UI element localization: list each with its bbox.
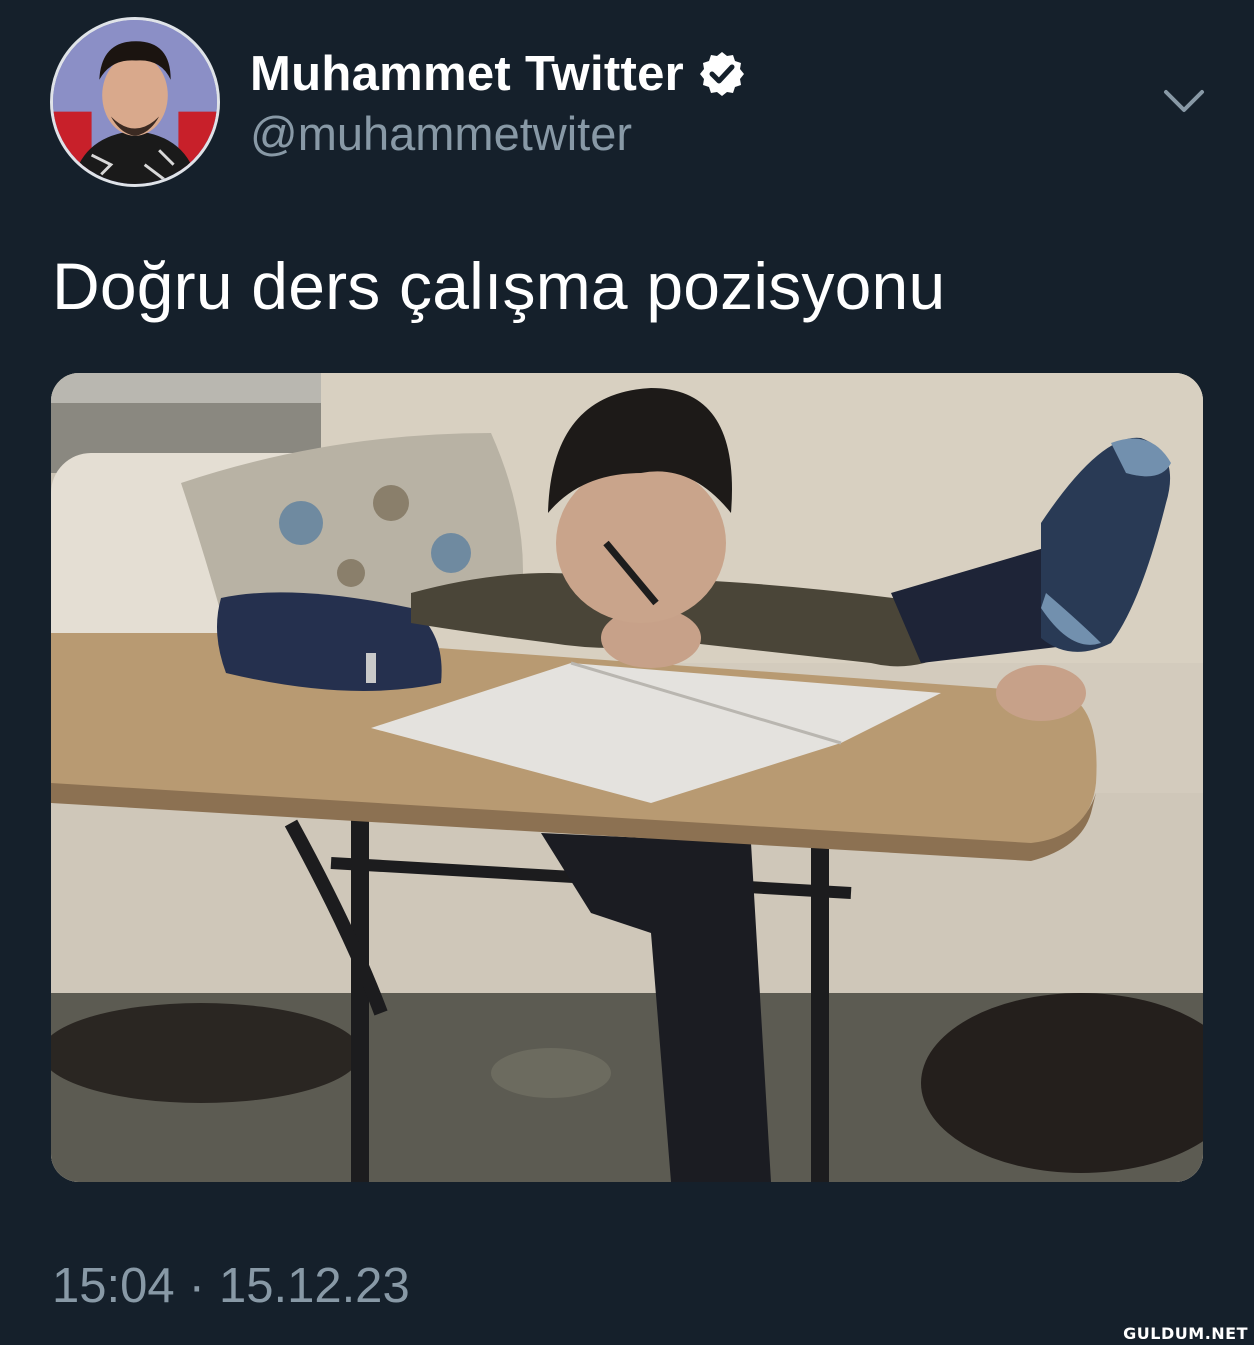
tweet-timestamp[interactable]: 15:04 · 15.12.23 (52, 1258, 410, 1314)
tweet-photo[interactable] (51, 373, 1203, 1182)
tweet-text: Doğru ders çalışma pozisyonu (52, 249, 946, 323)
photo-image (51, 373, 1203, 1182)
chevron-down-icon[interactable] (1162, 84, 1206, 118)
verified-badge-icon (700, 52, 745, 96)
tweet-time: 15:04 (52, 1259, 175, 1313)
avatar[interactable] (50, 17, 220, 187)
author-display-name[interactable]: Muhammet Twitter (250, 46, 684, 102)
author-handle[interactable]: @muhammetwiter (250, 106, 632, 161)
timestamp-separator: · (188, 1259, 205, 1313)
avatar-photo (53, 20, 217, 184)
watermark: GULDUM.NET (1123, 1324, 1248, 1343)
tweet-date: 15.12.23 (218, 1259, 410, 1313)
author-name-row[interactable]: Muhammet Twitter (250, 44, 746, 104)
